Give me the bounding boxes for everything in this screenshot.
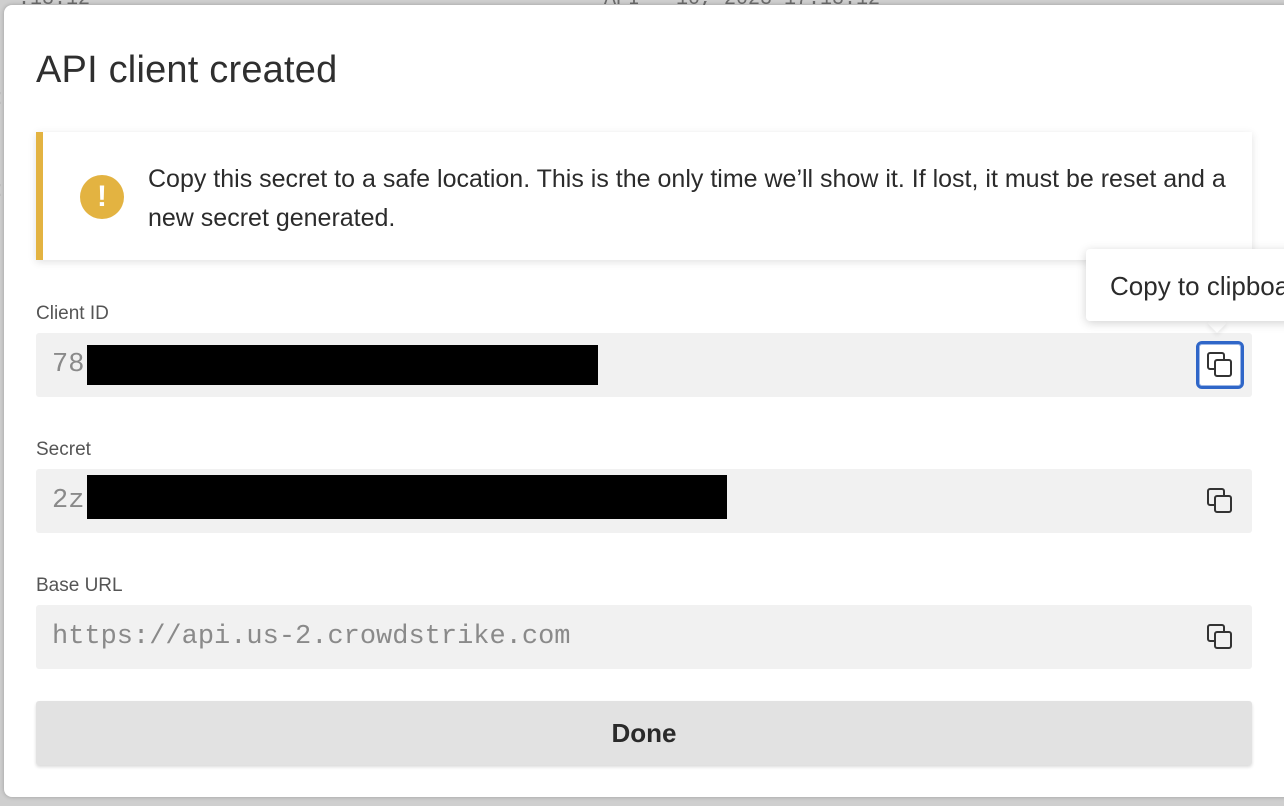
copy-tooltip: Copy to clipboard	[1086, 249, 1284, 321]
warning-exclamation-icon: !	[80, 175, 124, 219]
secret-value: 2z	[52, 486, 85, 516]
done-button[interactable]: Done	[36, 701, 1252, 765]
copy-base-url-button[interactable]	[1196, 613, 1244, 661]
base-url-field[interactable]: https://api.us-2.crowdstrike.com	[36, 605, 1252, 669]
client-id-field[interactable]: 78	[36, 333, 1252, 397]
client-id-value: 78	[52, 350, 85, 380]
api-client-created-dialog: API client created ! Copy this secret to…	[4, 5, 1284, 797]
secret-field[interactable]: 2z	[36, 469, 1252, 533]
copy-icon	[1207, 352, 1232, 377]
base-url-value: https://api.us-2.crowdstrike.com	[52, 622, 571, 652]
tooltip-text: Copy to clipboard	[1110, 271, 1284, 301]
client-id-label: Client ID	[36, 303, 109, 324]
warning-alert: ! Copy this secret to a safe location. T…	[36, 132, 1252, 260]
client-id-redaction	[87, 345, 598, 385]
alert-message: Copy this secret to a safe location. Thi…	[148, 165, 1226, 232]
secret-redaction	[87, 475, 727, 519]
base-url-label: Base URL	[36, 575, 123, 596]
background-colon-1: :	[0, 84, 2, 110]
secret-label: Secret	[36, 439, 91, 460]
copy-client-id-button[interactable]	[1196, 341, 1244, 389]
copy-icon	[1207, 488, 1232, 513]
background-colon-2: :	[0, 176, 2, 202]
dialog-title: API client created	[36, 49, 338, 91]
copy-icon	[1207, 624, 1232, 649]
copy-secret-button[interactable]	[1196, 477, 1244, 525]
